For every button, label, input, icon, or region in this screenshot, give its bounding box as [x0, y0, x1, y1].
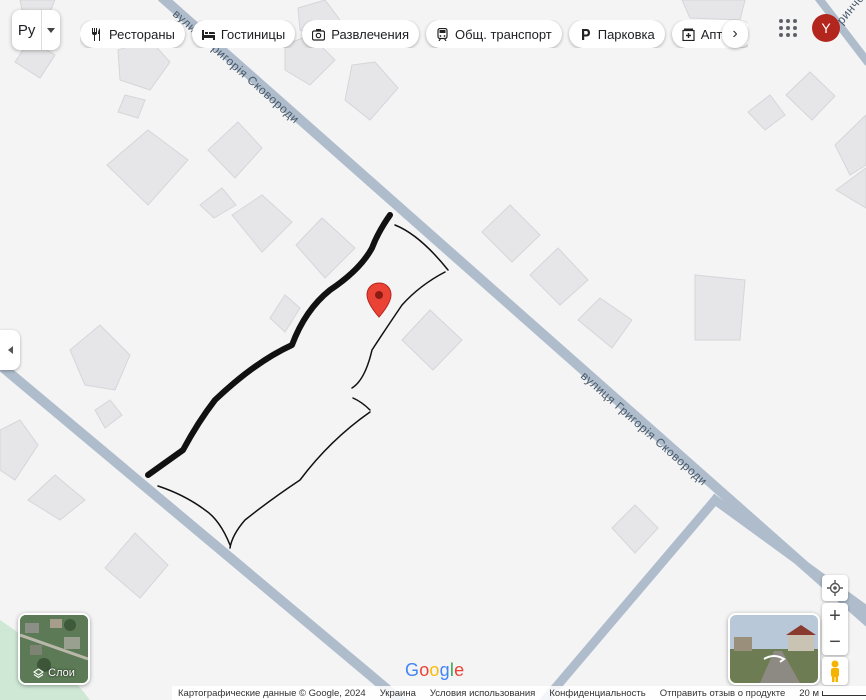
- feedback-link[interactable]: Отправить отзыв о продукте: [660, 688, 786, 699]
- search-dropdown-button[interactable]: [41, 10, 60, 50]
- country-link[interactable]: Украина: [380, 688, 416, 699]
- chip-label: Гостиницы: [220, 26, 286, 42]
- zoom-in-button[interactable]: +: [822, 603, 848, 629]
- map-footer: Картографические данные © Google, 2024 У…: [172, 686, 866, 700]
- chevron-right-icon: ›: [732, 25, 738, 42]
- privacy-link[interactable]: Конфиденциальность: [549, 688, 645, 699]
- pegman-button[interactable]: [822, 657, 848, 685]
- pharmacy-icon: [682, 28, 695, 41]
- layers-label: Слои: [48, 667, 75, 679]
- chips-next-button[interactable]: ›: [722, 20, 748, 48]
- street-view-thumbnail[interactable]: [728, 613, 820, 685]
- chip-parking[interactable]: Парковка: [568, 20, 665, 48]
- account-avatar[interactable]: Y: [812, 14, 840, 42]
- terms-link[interactable]: Условия использования: [430, 688, 535, 699]
- my-location-button[interactable]: [822, 575, 848, 601]
- side-panel-toggle[interactable]: [0, 330, 20, 370]
- search-box[interactable]: Ру: [12, 10, 60, 50]
- layers-label-row: Слои: [20, 667, 88, 679]
- chip-label: Развлечения: [331, 26, 409, 42]
- chip-restaurants[interactable]: Рестораны: [80, 20, 185, 48]
- street-view-preview: [730, 615, 818, 683]
- map-data-credit: Картографические данные © Google, 2024: [178, 687, 366, 699]
- chevron-down-icon: [47, 27, 56, 33]
- scale-indicator[interactable]: 20 м: [799, 688, 866, 699]
- chip-label: Парковка: [597, 26, 655, 42]
- scale-bar: [822, 690, 866, 696]
- fork-knife-icon: [92, 27, 100, 41]
- chip-label: Общ. транспорт: [454, 26, 552, 42]
- parking-icon: [581, 28, 590, 40]
- pegman-icon: [831, 660, 839, 682]
- layers-button[interactable]: Слои: [18, 613, 90, 685]
- map-canvas[interactable]: вулиця Григорія Сковороди вулиця Григорі…: [0, 0, 866, 700]
- category-chips: Рестораны Гостиницы Развлечения Общ. тра…: [80, 20, 748, 48]
- crosshair-icon: [827, 580, 843, 596]
- zoom-out-button[interactable]: −: [822, 629, 848, 655]
- chip-hotels[interactable]: Гостиницы: [191, 20, 296, 48]
- chip-transit[interactable]: Общ. транспорт: [425, 20, 562, 48]
- train-icon: [437, 27, 448, 41]
- search-input[interactable]: Ру: [12, 22, 41, 39]
- bed-icon: [201, 29, 215, 40]
- chip-label: Рестораны: [109, 26, 175, 42]
- chevron-left-icon: [7, 346, 13, 354]
- zoom-controls: + −: [822, 603, 848, 655]
- chip-entertainment[interactable]: Развлечения: [302, 20, 419, 48]
- google-logo: Google: [405, 660, 465, 680]
- layers-icon: [33, 667, 45, 678]
- scale-label: 20 м: [799, 687, 820, 699]
- apps-grid-icon[interactable]: [776, 16, 800, 40]
- camera-icon: [312, 28, 326, 41]
